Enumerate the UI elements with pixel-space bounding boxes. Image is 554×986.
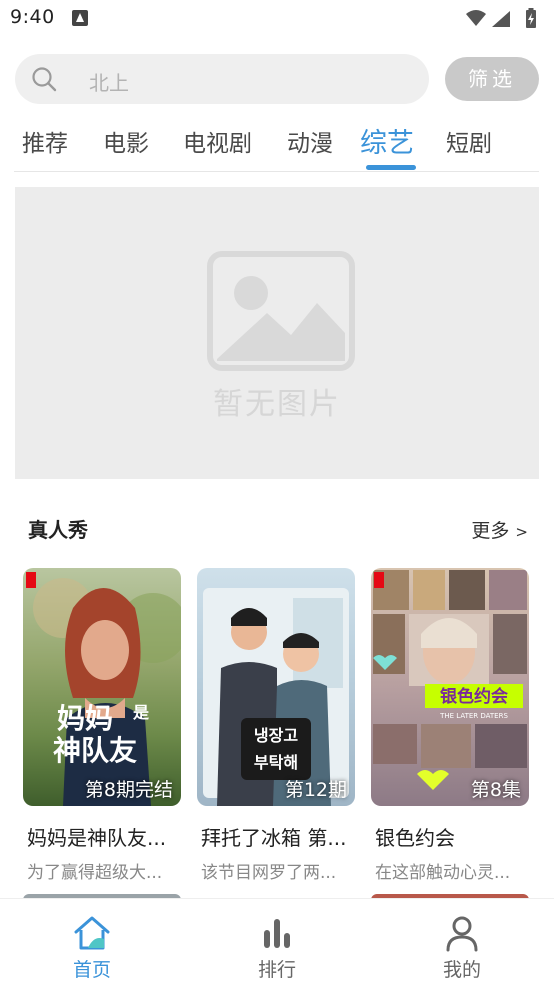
tab-tv-series[interactable]: 电视剧 — [183, 124, 252, 158]
poster-art: 妈妈 是 神队友 — [33, 578, 181, 806]
poster-image[interactable]: 妈妈 是 神队友 第8期完结 — [23, 568, 181, 806]
nav-ranking[interactable]: 排行 — [227, 913, 327, 982]
tab-recommend[interactable]: 推荐 — [22, 124, 68, 158]
image-placeholder-icon — [207, 251, 355, 371]
poster-title-line1: 냉장고 — [254, 726, 298, 745]
status-bar: 9:40 — [0, 0, 554, 40]
banner-carousel[interactable]: 暂无图片 — [15, 187, 539, 479]
card-description: 在这部触动心灵... — [375, 863, 511, 883]
card-description: 为了赢得超级大... — [27, 863, 163, 883]
nav-profile-label: 我的 — [442, 959, 481, 981]
episode-badge: 第8集 — [470, 779, 521, 801]
wifi-icon — [466, 10, 486, 26]
card-title: 拜托了冰箱 第... — [201, 826, 347, 850]
poster-title-line2: 부탁해 — [254, 753, 298, 772]
banner-placeholder-text: 暂无图片 — [213, 387, 341, 422]
tab-anime[interactable]: 动漫 — [287, 124, 333, 158]
bar-chart-icon — [264, 919, 290, 948]
chevron-right-icon: > — [515, 523, 528, 541]
cell-signal-icon — [492, 11, 510, 27]
episode-badge: 第12期 — [284, 779, 347, 801]
poster-title-small: 是 — [132, 703, 149, 722]
bottom-navigation: 首页 排行 我的 — [0, 898, 554, 986]
status-time: 9:40 — [10, 6, 55, 28]
poster-title-line1: 银色约会 — [440, 686, 508, 707]
poster-art: 냉장고 부탁해 — [203, 588, 349, 806]
poster-title-line2: THE LATER DATERS — [439, 712, 508, 720]
poster-image[interactable]: 냉장고 부탁해 第12期 — [197, 568, 355, 806]
notification-icon — [72, 10, 88, 26]
card-title: 银色约会 — [375, 826, 455, 850]
episode-badge: 第8期完结 — [84, 779, 173, 801]
card-title: 妈妈是神队友... — [27, 826, 167, 850]
category-tabs: 推荐 电影 电视剧 动漫 综艺 短剧 — [0, 112, 554, 172]
netflix-logo-icon — [26, 572, 36, 588]
more-label: 更多 — [471, 520, 510, 542]
active-tab-indicator — [366, 165, 416, 170]
section-title: 真人秀 — [28, 518, 88, 542]
nav-ranking-label: 排行 — [257, 959, 296, 981]
filter-button[interactable]: 筛选 — [445, 57, 539, 101]
search-icon — [32, 67, 57, 92]
divider — [14, 171, 539, 172]
nav-home[interactable]: 首页 — [42, 913, 142, 982]
nav-home-label: 首页 — [72, 959, 111, 981]
battery-icon — [526, 8, 536, 28]
poster-image[interactable]: 银色约会 THE LATER DATERS 第8集 — [371, 568, 529, 806]
search-input[interactable]: 北上 — [15, 54, 429, 104]
app-screen: 9:40 北上 筛选 推荐 电影 电视剧 动漫 综艺 短剧 暂无图片 真人秀 更… — [0, 0, 554, 986]
tab-short-drama[interactable]: 短剧 — [446, 124, 492, 158]
netflix-logo-icon — [374, 572, 384, 588]
poster-art: 银色约会 THE LATER DATERS — [373, 570, 527, 790]
more-link[interactable]: 更多 > — [471, 516, 528, 543]
nav-profile[interactable]: 我的 — [412, 913, 512, 982]
poster-title-line1: 妈妈 — [57, 702, 113, 735]
home-icon — [74, 916, 110, 950]
card-description: 该节目网罗了两... — [201, 863, 337, 883]
person-icon — [446, 916, 478, 952]
tab-variety[interactable]: 综艺 — [360, 121, 414, 160]
tab-movies[interactable]: 电影 — [103, 124, 149, 158]
signal-battery-icons — [466, 8, 536, 28]
search-placeholder: 北上 — [89, 71, 129, 95]
poster-title-line2: 神队友 — [53, 734, 137, 767]
